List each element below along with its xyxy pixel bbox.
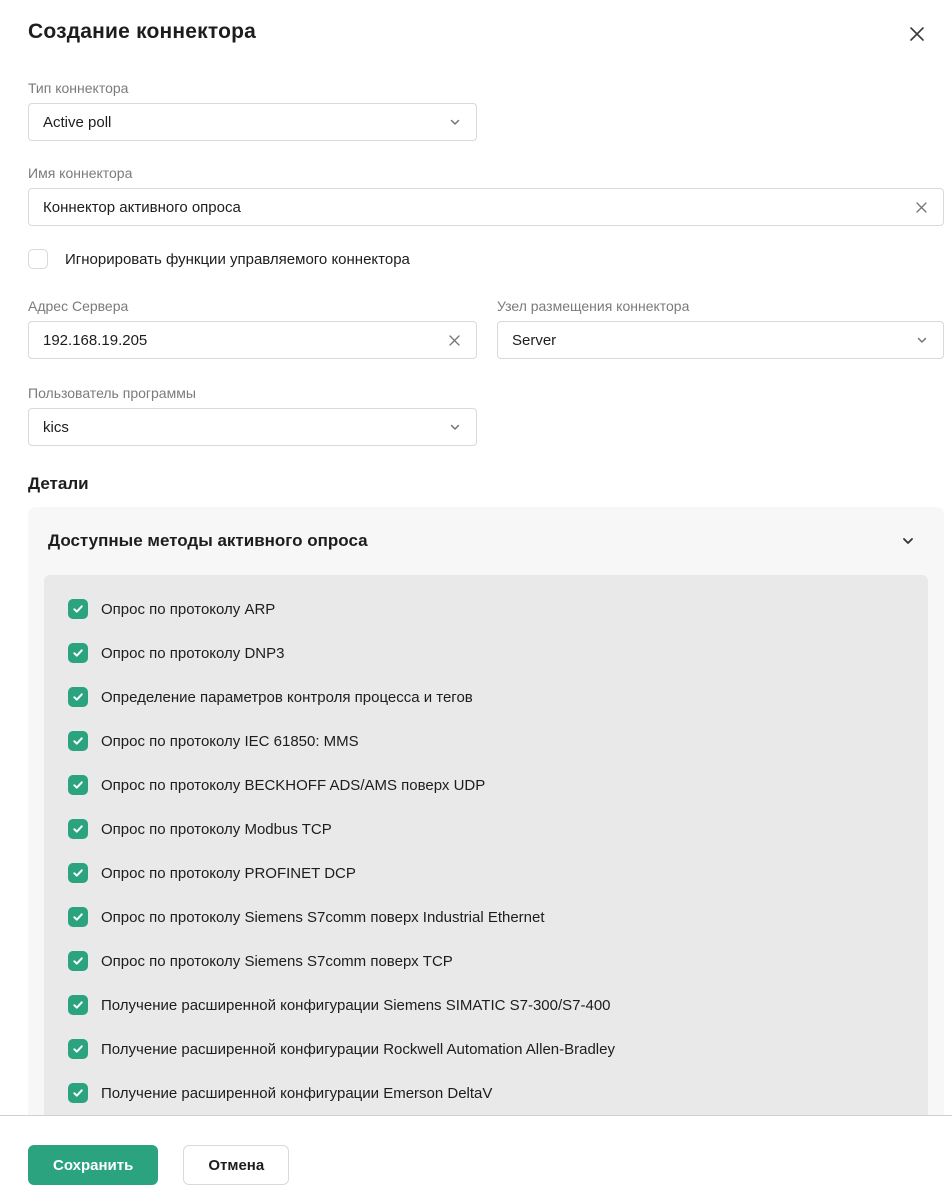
checkbox-checked-icon[interactable] — [68, 643, 88, 663]
method-label: Опрос по протоколу PROFINET DCP — [101, 865, 356, 882]
connector-type-label: Тип коннектора — [28, 80, 477, 96]
checkbox-checked-icon[interactable] — [68, 951, 88, 971]
address-node-row: Адрес Сервера Узел размещения коннектора… — [28, 298, 944, 359]
details-panel: Доступные методы активного опроса Опрос … — [28, 507, 944, 1116]
ignore-managed-functions-row[interactable]: Игнорировать функции управляемого коннек… — [28, 249, 944, 269]
method-label: Получение расширенной конфигурации Emers… — [101, 1085, 492, 1102]
methods-panel-header[interactable]: Доступные методы активного опроса — [28, 507, 944, 575]
method-row[interactable]: Опрос по протоколу Modbus TCP — [44, 807, 928, 851]
connector-node-select[interactable]: Server — [497, 321, 944, 359]
details-heading: Детали — [28, 474, 944, 494]
clear-icon[interactable] — [445, 331, 464, 350]
checkbox-checked-icon[interactable] — [68, 1039, 88, 1059]
connector-node-label: Узел размещения коннектора — [497, 298, 944, 314]
clear-icon[interactable] — [912, 198, 931, 217]
connector-node-value: Server — [512, 332, 913, 349]
method-row[interactable]: Опрос по протоколу PROFINET DCP — [44, 851, 928, 895]
checkbox-checked-icon[interactable] — [68, 907, 88, 927]
method-label: Опрос по протоколу Siemens S7comm поверх… — [101, 909, 545, 926]
chevron-down-icon[interactable] — [446, 113, 464, 131]
app-user-value: kics — [43, 419, 446, 436]
checkbox-checked-icon[interactable] — [68, 599, 88, 619]
dialog-header: Создание коннектора — [28, 20, 944, 47]
checkbox-checked-icon[interactable] — [68, 819, 88, 839]
connector-type-select[interactable]: Active poll — [28, 103, 477, 141]
cancel-button[interactable]: Отмена — [183, 1145, 289, 1185]
method-label: Опрос по протоколу IEC 61850: MMS — [101, 733, 359, 750]
connector-node-group: Узел размещения коннектора Server — [497, 298, 944, 359]
method-label: Получение расширенной конфигурации Rockw… — [101, 1041, 615, 1058]
method-row[interactable]: Опрос по протоколу DNP3 — [44, 631, 928, 675]
close-icon — [908, 25, 926, 43]
page-title: Создание коннектора — [28, 20, 256, 44]
method-label: Определение параметров контроля процесса… — [101, 689, 473, 706]
method-row[interactable]: Получение расширенной конфигурации Sieme… — [44, 983, 928, 1027]
close-button[interactable] — [904, 21, 930, 47]
connector-name-input[interactable] — [43, 189, 912, 225]
chevron-down-icon[interactable] — [446, 418, 464, 436]
server-address-label: Адрес Сервера — [28, 298, 477, 314]
checkbox-checked-icon[interactable] — [68, 1083, 88, 1103]
connector-type-value: Active poll — [43, 114, 446, 131]
method-row[interactable]: Опрос по протоколу IEC 61850: MMS — [44, 719, 928, 763]
dialog-body: Создание коннектора Тип коннектора Activ… — [0, 0, 952, 1116]
connector-name-field — [28, 188, 944, 226]
methods-list: Опрос по протоколу ARP Опрос по протокол… — [44, 575, 928, 1116]
server-address-group: Адрес Сервера — [28, 298, 477, 359]
method-label: Опрос по протоколу Siemens S7comm поверх… — [101, 953, 453, 970]
methods-panel-title: Доступные методы активного опроса — [48, 531, 368, 551]
method-row[interactable]: Определение параметров контроля процесса… — [44, 675, 928, 719]
method-row[interactable]: Получение расширенной конфигурации Emers… — [44, 1071, 928, 1115]
method-label: Опрос по протоколу ARP — [101, 601, 275, 618]
method-label: Получение расширенной конфигурации Sieme… — [101, 997, 611, 1014]
method-row[interactable]: Опрос по протоколу Siemens S7comm поверх… — [44, 895, 928, 939]
method-label: Опрос по протоколу Modbus TCP — [101, 821, 332, 838]
checkbox-checked-icon[interactable] — [68, 863, 88, 883]
method-row[interactable]: Получение расширенной конфигурации Rockw… — [44, 1027, 928, 1071]
app-user-group: Пользователь программы kics — [28, 385, 477, 446]
create-connector-dialog: Создание коннектора Тип коннектора Activ… — [0, 0, 952, 1202]
ignore-managed-functions-label: Игнорировать функции управляемого коннек… — [65, 251, 410, 268]
method-label: Опрос по протоколу DNP3 — [101, 645, 284, 662]
method-label: Опрос по протоколу BECKHOFF ADS/AMS пове… — [101, 777, 485, 794]
checkbox-checked-icon[interactable] — [68, 775, 88, 795]
dialog-footer: Сохранить Отмена — [0, 1116, 952, 1202]
method-row[interactable]: Опрос по протоколу BECKHOFF ADS/AMS пове… — [44, 763, 928, 807]
method-row[interactable]: Опрос по протоколу Siemens S7comm поверх… — [44, 939, 928, 983]
checkbox-checked-icon[interactable] — [68, 995, 88, 1015]
save-button[interactable]: Сохранить — [28, 1145, 158, 1185]
app-user-select[interactable]: kics — [28, 408, 477, 446]
server-address-field — [28, 321, 477, 359]
chevron-down-icon[interactable] — [913, 331, 931, 349]
connector-name-label: Имя коннектора — [28, 165, 944, 181]
server-address-input[interactable] — [43, 322, 445, 358]
checkbox-unchecked-icon[interactable] — [28, 249, 48, 269]
connector-name-group: Имя коннектора — [28, 165, 944, 226]
checkbox-checked-icon[interactable] — [68, 687, 88, 707]
app-user-label: Пользователь программы — [28, 385, 477, 401]
checkbox-checked-icon[interactable] — [68, 731, 88, 751]
method-row[interactable]: Опрос по протоколу ARP — [44, 587, 928, 631]
collapse-chevron-icon[interactable] — [898, 531, 918, 551]
connector-type-group: Тип коннектора Active poll — [28, 80, 477, 141]
